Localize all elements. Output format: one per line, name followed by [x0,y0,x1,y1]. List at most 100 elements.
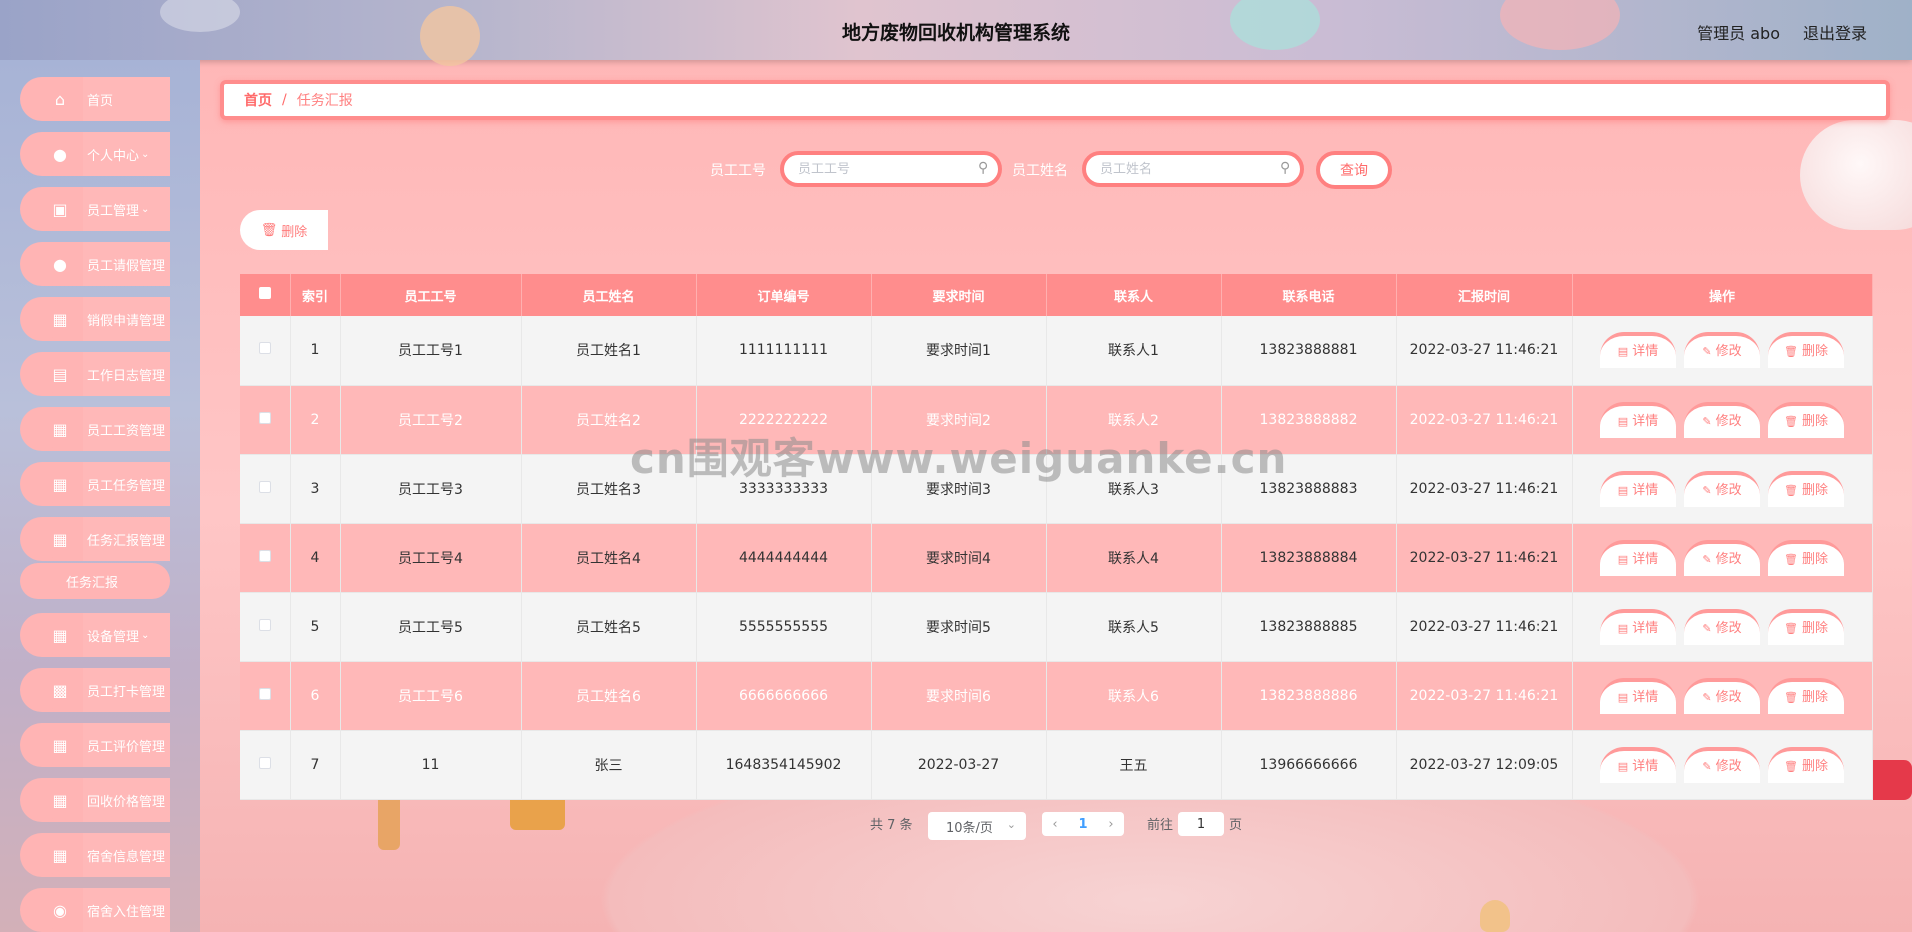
delete-button[interactable]: 🗑 删除 [1768,746,1844,783]
sidebar-item-label: 个人中心 ⌄ [83,132,170,176]
cell-index: 4 [290,523,341,593]
sidebar-item-dorm-checkin[interactable]: ◉ 宿舍入住管理 [20,888,170,932]
delete-button[interactable]: 🗑 删除 [1768,470,1844,507]
action-label: 修改 [1715,758,1742,774]
emp-no-input[interactable] [780,151,1002,187]
edit-button[interactable]: ✎ 修改 [1684,332,1760,369]
emp-no-label: 员工工号 [710,163,766,179]
action-label: 删除 [1801,620,1828,636]
delete-button[interactable]: 🗑 删除 [1768,608,1844,645]
delete-button[interactable]: 🗑 删除 [1768,401,1844,438]
sidebar-item-attendance[interactable]: ▩ 员工打卡管理 [20,668,170,712]
grid-icon: ▦ [40,519,80,559]
sidebar-item-salary[interactable]: ▦ 员工工资管理 [20,407,170,451]
cell-report-time: 2022-03-27 11:46:21 [1396,661,1573,731]
edit-button[interactable]: ✎ 修改 [1684,608,1760,645]
detail-button[interactable]: ▤ 详情 [1600,608,1676,645]
row-checkbox[interactable] [240,592,291,662]
sidebar-item-label: 销假申请管理 [83,297,170,341]
sidebar-item-label: 设备管理 ⌄ [83,613,170,657]
document-icon: ▤ [1617,690,1629,704]
row-checkbox[interactable] [240,523,291,593]
next-page-icon[interactable]: › [1108,817,1113,832]
sidebar-item-leave[interactable]: ● 员工请假管理 [20,242,170,286]
cell-order-no: 4444444444 [696,523,872,593]
action-label: 修改 [1715,482,1742,498]
sidebar-item-worklog[interactable]: ▤ 工作日志管理 [20,352,170,396]
edit-button[interactable]: ✎ 修改 [1684,677,1760,714]
detail-button[interactable]: ▤ 详情 [1600,539,1676,576]
emp-name-input[interactable] [1082,151,1304,187]
document-icon: ▤ [1617,414,1629,428]
sidebar-item-task-report[interactable]: ▦ 任务汇报管理 [20,517,170,561]
cell-req-time: 要求时间1 [871,316,1047,386]
pencil-icon: ✎ [1702,414,1712,428]
sidebar-item-cancel-leave[interactable]: ▦ 销假申请管理 [20,297,170,341]
column-header: 汇报时间 [1396,274,1573,316]
sidebar-item-employees[interactable]: ▣ 员工管理 ⌄ [20,187,170,231]
sidebar-item-evaluation[interactable]: ▦ 员工评价管理 [20,723,170,767]
sidebar-item-equipment[interactable]: ▦ 设备管理 ⌄ [20,613,170,657]
sidebar-subitem-task-report[interactable]: 任务汇报 [20,563,170,599]
row-checkbox[interactable] [240,316,291,386]
sidebar: ⌂ 首页 ● 个人中心 ⌄ ▣ 员工管理 ⌄ ● 员工请假管理 ▦ 销假申请管理 ▤… [0,60,200,932]
current-page[interactable]: 1 [1078,817,1087,832]
action-label: 详情 [1632,689,1659,705]
action-label: 删除 [1801,689,1828,705]
edit-button[interactable]: ✎ 修改 [1684,401,1760,438]
cell-contact: 联系人5 [1046,592,1222,662]
chevron-down-icon: ⌄ [1006,818,1016,831]
row-checkbox[interactable] [240,385,291,455]
delete-button[interactable]: 🗑 删除 [1768,332,1844,369]
cell-index: 7 [290,730,341,800]
cell-emp-name: 张三 [521,730,697,800]
prev-page-icon[interactable]: ‹ [1052,817,1057,832]
trash-icon: 🗑 [1784,621,1798,635]
grid-icon: ▦ [40,299,80,339]
detail-button[interactable]: ▤ 详情 [1600,332,1676,369]
cell-emp-name: 员工姓名5 [521,592,697,662]
query-button[interactable]: 查询 [1316,151,1392,189]
document-icon: ▤ [1617,621,1629,635]
cell-emp-name: 员工姓名6 [521,661,697,731]
edit-button[interactable]: ✎ 修改 [1684,746,1760,783]
edit-button[interactable]: ✎ 修改 [1684,470,1760,507]
row-checkbox[interactable] [240,730,291,800]
row-actions: ▤ 详情 ✎ 修改 🗑 删除 [1572,385,1873,455]
grid-icon: ▦ [40,835,80,875]
sidebar-item-dorm-info[interactable]: ▦ 宿舍信息管理 [20,833,170,877]
action-label: 修改 [1715,551,1742,567]
row-checkbox[interactable] [240,454,291,524]
bulk-delete-button[interactable]: 🗑 删除 [240,210,328,250]
cell-report-time: 2022-03-27 11:46:21 [1396,385,1573,455]
action-label: 删除 [1801,344,1828,360]
sidebar-item-recycle-price[interactable]: ▦ 回收价格管理 [20,778,170,822]
sidebar-item-tasks[interactable]: ▦ 员工任务管理 [20,462,170,506]
detail-button[interactable]: ▤ 详情 [1600,746,1676,783]
table-row: 7 11 张三 1648354145902 2022-03-27 王五 1396666666… [240,730,1873,800]
page-size-value: 10条/页 [946,820,993,836]
trash-icon: 🗑 [260,222,278,238]
detail-button[interactable]: ▤ 详情 [1600,470,1676,507]
breadcrumb-home[interactable]: 首页 [244,90,272,110]
detail-button[interactable]: ▤ 详情 [1600,677,1676,714]
briefcase-icon: ▣ [40,189,80,229]
edit-button[interactable]: ✎ 修改 [1684,539,1760,576]
logout-link[interactable]: 退出登录 [1803,20,1867,44]
watermark: cn围观客www.weiguanke.cn [630,434,1288,483]
cell-emp-no: 员工工号4 [340,523,522,593]
trash-icon: 🗑 [1784,690,1798,704]
sidebar-item-home[interactable]: ⌂ 首页 [20,77,170,121]
table-icon: ▦ [40,725,80,765]
column-header: 索引 [290,274,341,316]
delete-button[interactable]: 🗑 删除 [1768,539,1844,576]
select-all-checkbox[interactable] [240,274,291,316]
row-checkbox[interactable] [240,661,291,731]
detail-button[interactable]: ▤ 详情 [1600,401,1676,438]
action-label: 修改 [1715,620,1742,636]
delete-button[interactable]: 🗑 删除 [1768,677,1844,714]
app-title: 地方废物回收机构管理系统 [841,22,1070,44]
sidebar-item-profile[interactable]: ● 个人中心 ⌄ [20,132,170,176]
goto-page-input[interactable] [1178,812,1224,836]
page-size-select[interactable]: 10条/页 ⌄ [928,812,1026,840]
